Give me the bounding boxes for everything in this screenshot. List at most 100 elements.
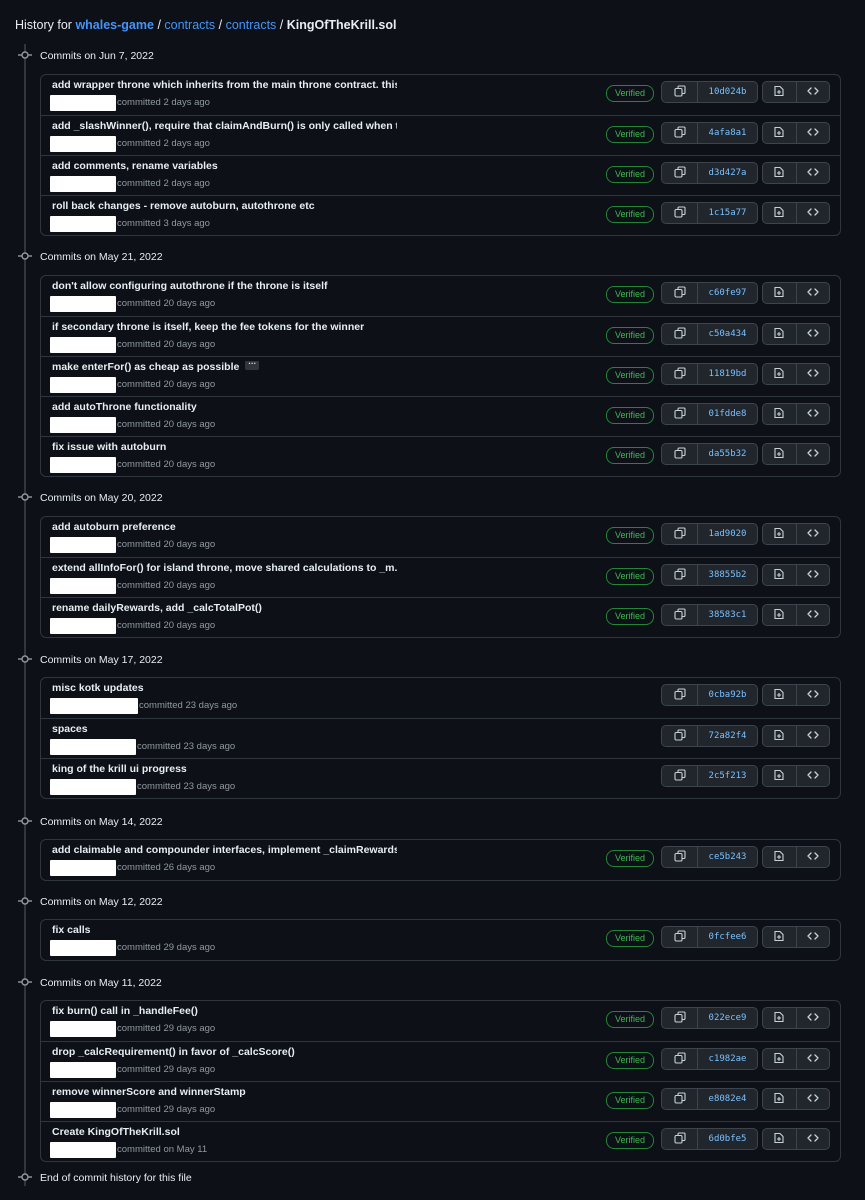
commit-message-link[interactable]: make enterFor() as cheap as possible: [52, 361, 239, 373]
copy-sha-button[interactable]: [662, 123, 697, 143]
browse-repo-button[interactable]: [795, 847, 829, 867]
commit-sha-link[interactable]: 022ece9: [697, 1008, 757, 1028]
browse-at-commit-button[interactable]: [763, 1049, 796, 1069]
browse-at-commit-button[interactable]: [763, 364, 796, 384]
commit-sha-link[interactable]: ce5b243: [697, 847, 757, 867]
verified-badge[interactable]: Verified: [606, 568, 654, 585]
verified-badge[interactable]: Verified: [606, 1052, 654, 1069]
commit-sha-link[interactable]: 01fdde8: [697, 404, 757, 424]
commit-message-link[interactable]: add claimable and compounder interfaces,…: [52, 844, 397, 856]
browse-repo-button[interactable]: [795, 685, 829, 705]
browse-at-commit-button[interactable]: [763, 524, 796, 544]
commit-sha-link[interactable]: 10d024b: [697, 82, 757, 102]
copy-sha-button[interactable]: [662, 444, 697, 464]
browse-at-commit-button[interactable]: [763, 605, 796, 625]
copy-sha-button[interactable]: [662, 605, 697, 625]
browse-repo-button[interactable]: [795, 1129, 829, 1149]
commit-message-link[interactable]: if secondary throne is itself, keep the …: [52, 321, 364, 333]
browse-repo-button[interactable]: [795, 203, 829, 223]
commit-message-link[interactable]: fix calls: [52, 924, 91, 936]
verified-badge[interactable]: Verified: [606, 930, 654, 947]
commit-sha-link[interactable]: 0fcfee6: [697, 927, 757, 947]
copy-sha-button[interactable]: [662, 1089, 697, 1109]
path-link-contracts[interactable]: contracts: [164, 18, 215, 32]
browse-repo-button[interactable]: [795, 565, 829, 585]
copy-sha-button[interactable]: [662, 726, 697, 746]
commit-sha-link[interactable]: 11819bd: [697, 364, 757, 384]
commit-message-link[interactable]: add _slashWinner(), require that claimAn…: [52, 120, 397, 132]
copy-sha-button[interactable]: [662, 927, 697, 947]
copy-sha-button[interactable]: [662, 685, 697, 705]
copy-sha-button[interactable]: [662, 163, 697, 183]
commit-sha-link[interactable]: d3d427a: [697, 163, 757, 183]
browse-at-commit-button[interactable]: [763, 404, 796, 424]
browse-repo-button[interactable]: [795, 444, 829, 464]
browse-at-commit-button[interactable]: [763, 203, 796, 223]
copy-sha-button[interactable]: [662, 283, 697, 303]
commit-message-link[interactable]: remove winnerScore and winnerStamp: [52, 1086, 246, 1098]
path-link-contracts-sub[interactable]: contracts: [226, 18, 277, 32]
verified-badge[interactable]: Verified: [606, 447, 654, 464]
browse-repo-button[interactable]: [795, 404, 829, 424]
copy-sha-button[interactable]: [662, 1049, 697, 1069]
browse-repo-button[interactable]: [795, 726, 829, 746]
commit-sha-link[interactable]: 6d0bfe5: [697, 1129, 757, 1149]
commit-sha-link[interactable]: 4afa8a1: [697, 123, 757, 143]
copy-sha-button[interactable]: [662, 404, 697, 424]
verified-badge[interactable]: Verified: [606, 126, 654, 143]
verified-badge[interactable]: Verified: [606, 327, 654, 344]
verified-badge[interactable]: Verified: [606, 206, 654, 223]
browse-repo-button[interactable]: [795, 324, 829, 344]
browse-repo-button[interactable]: [795, 123, 829, 143]
copy-sha-button[interactable]: [662, 847, 697, 867]
browse-at-commit-button[interactable]: [763, 444, 796, 464]
copy-sha-button[interactable]: [662, 1008, 697, 1028]
browse-repo-button[interactable]: [795, 1049, 829, 1069]
commit-sha-link[interactable]: da55b32: [697, 444, 757, 464]
commit-message-link[interactable]: spaces: [52, 723, 88, 735]
commit-sha-link[interactable]: c60fe97: [697, 283, 757, 303]
browse-repo-button[interactable]: [795, 766, 829, 786]
browse-at-commit-button[interactable]: [763, 1089, 796, 1109]
browse-repo-button[interactable]: [795, 605, 829, 625]
browse-repo-button[interactable]: [795, 927, 829, 947]
copy-sha-button[interactable]: [662, 324, 697, 344]
commit-message-link[interactable]: Create KingOfTheKrill.sol: [52, 1126, 180, 1138]
commit-message-link[interactable]: add wrapper throne which inherits from t…: [52, 79, 397, 91]
commit-sha-link[interactable]: c50a434: [697, 324, 757, 344]
commit-message-link[interactable]: misc kotk updates: [52, 682, 144, 694]
browse-repo-button[interactable]: [795, 1089, 829, 1109]
repo-link[interactable]: whales-game: [75, 18, 154, 32]
commit-sha-link[interactable]: 38855b2: [697, 565, 757, 585]
commit-message-link[interactable]: fix burn() call in _handleFee(): [52, 1005, 198, 1017]
browse-at-commit-button[interactable]: [763, 1008, 796, 1028]
browse-repo-button[interactable]: [795, 283, 829, 303]
verified-badge[interactable]: Verified: [606, 407, 654, 424]
verified-badge[interactable]: Verified: [606, 85, 654, 102]
browse-at-commit-button[interactable]: [763, 123, 796, 143]
browse-repo-button[interactable]: [795, 82, 829, 102]
copy-sha-button[interactable]: [662, 82, 697, 102]
commit-sha-link[interactable]: 72a82f4: [697, 726, 757, 746]
commit-sha-link[interactable]: 1c15a77: [697, 203, 757, 223]
expand-message-button[interactable]: ···: [245, 361, 260, 371]
copy-sha-button[interactable]: [662, 364, 697, 384]
copy-sha-button[interactable]: [662, 565, 697, 585]
verified-badge[interactable]: Verified: [606, 166, 654, 183]
commit-sha-link[interactable]: e8082e4: [697, 1089, 757, 1109]
verified-badge[interactable]: Verified: [606, 286, 654, 303]
browse-at-commit-button[interactable]: [763, 163, 796, 183]
verified-badge[interactable]: Verified: [606, 1132, 654, 1149]
copy-sha-button[interactable]: [662, 766, 697, 786]
browse-at-commit-button[interactable]: [763, 565, 796, 585]
commit-message-link[interactable]: fix issue with autoburn: [52, 441, 166, 453]
commit-message-link[interactable]: add comments, rename variables: [52, 160, 218, 172]
browse-at-commit-button[interactable]: [763, 927, 796, 947]
verified-badge[interactable]: Verified: [606, 1092, 654, 1109]
browse-repo-button[interactable]: [795, 163, 829, 183]
verified-badge[interactable]: Verified: [606, 850, 654, 867]
verified-badge[interactable]: Verified: [606, 367, 654, 384]
commit-sha-link[interactable]: 0cba92b: [697, 685, 757, 705]
copy-sha-button[interactable]: [662, 203, 697, 223]
verified-badge[interactable]: Verified: [606, 608, 654, 625]
